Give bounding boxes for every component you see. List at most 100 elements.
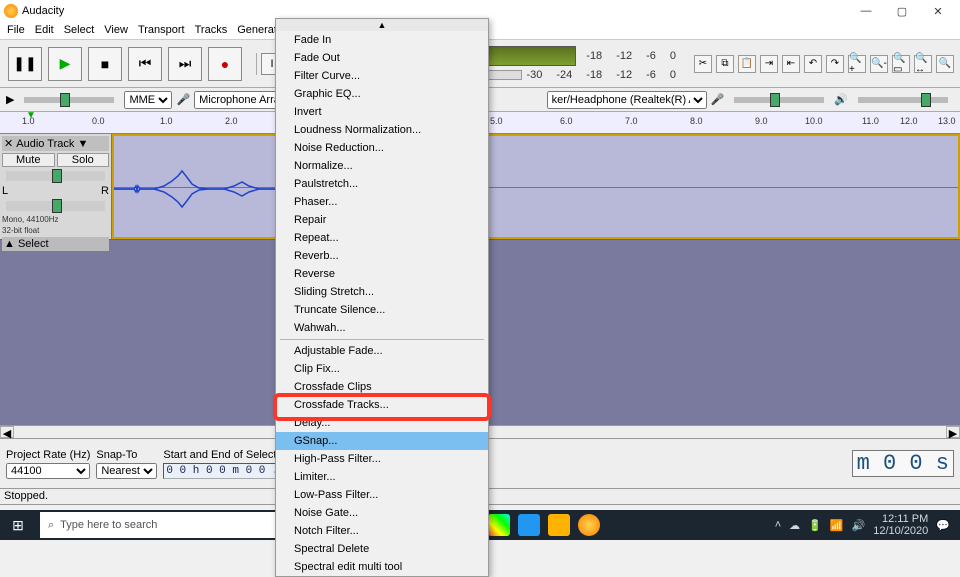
effect-limiter[interactable]: Limiter...: [276, 468, 488, 486]
track-collapse-icon[interactable]: ▲: [4, 238, 15, 250]
effect-fade-in[interactable]: Fade In: [276, 31, 488, 49]
menu-tracks[interactable]: Tracks: [190, 22, 233, 39]
redo-icon[interactable]: ↷: [826, 55, 844, 73]
mic-icon-3: 🎤: [711, 93, 725, 106]
menu-transport[interactable]: Transport: [133, 22, 190, 39]
scroll-right-icon[interactable]: ▶: [946, 426, 960, 438]
track-menu-icon[interactable]: ▼: [77, 138, 88, 150]
zoom-fit-icon[interactable]: 🔍↔: [914, 55, 932, 73]
zoom-in-icon[interactable]: 🔍+: [848, 55, 866, 73]
menu-file[interactable]: File: [2, 22, 30, 39]
play-speed-slider[interactable]: [24, 97, 114, 103]
system-tray[interactable]: ˄ ☁ 🔋 📶 🔊 12:11 PM 12/10/2020 💬: [775, 513, 956, 537]
track-control-panel[interactable]: ✕ Audio Track ▼ MuteSolo LR Mono, 44100H…: [0, 134, 112, 239]
project-rate-select[interactable]: 44100: [6, 463, 90, 479]
track-format-rate: Mono, 44100Hz: [2, 215, 109, 224]
output-device-select[interactable]: ker/Headphone (Realtek(R) A: [547, 91, 707, 109]
effect-phaser[interactable]: Phaser...: [276, 193, 488, 211]
mic-device-icon: 🎤: [176, 93, 190, 106]
scroll-left-icon[interactable]: ◀: [0, 426, 14, 438]
start-button[interactable]: ⊞: [4, 511, 32, 539]
tray-battery-icon[interactable]: 🔋: [808, 519, 822, 532]
rec-volume-slider[interactable]: [734, 97, 824, 103]
effect-noise-reduction[interactable]: Noise Reduction...: [276, 139, 488, 157]
transport-controls: ❚❚ ▶ ■ ⏮ ⏭ ●: [0, 47, 250, 81]
tray-wifi-icon[interactable]: 📶: [830, 519, 844, 532]
project-rate-label: Project Rate (Hz): [6, 449, 90, 461]
mute-button[interactable]: Mute: [2, 153, 55, 167]
effect-clip-fix[interactable]: Clip Fix...: [276, 360, 488, 378]
skip-end-button[interactable]: ⏭: [168, 47, 202, 81]
stop-button[interactable]: ■: [88, 47, 122, 81]
host-select[interactable]: MME: [124, 91, 172, 109]
effect-reverb[interactable]: Reverb...: [276, 247, 488, 265]
menu-view[interactable]: View: [99, 22, 133, 39]
effect-low-pass-filter[interactable]: Low-Pass Filter...: [276, 486, 488, 504]
effect-graphic-eq[interactable]: Graphic EQ...: [276, 85, 488, 103]
silence-icon[interactable]: ⇤: [782, 55, 800, 73]
taskbar-app-folder[interactable]: [548, 514, 570, 536]
effect-gsnap[interactable]: GSnap...: [276, 432, 488, 450]
effect-reverse[interactable]: Reverse: [276, 265, 488, 283]
tray-volume-icon[interactable]: 🔊: [852, 519, 866, 532]
effect-filter-curve[interactable]: Filter Curve...: [276, 67, 488, 85]
taskbar-app-audacity[interactable]: [578, 514, 600, 536]
effect-spectral-delete[interactable]: Spectral Delete: [276, 540, 488, 558]
effect-repair[interactable]: Repair: [276, 211, 488, 229]
effect-invert[interactable]: Invert: [276, 103, 488, 121]
solo-button[interactable]: Solo: [57, 153, 110, 167]
effect-loudness-normalization[interactable]: Loudness Normalization...: [276, 121, 488, 139]
gain-slider[interactable]: [6, 171, 105, 181]
pause-button[interactable]: ❚❚: [8, 47, 42, 81]
play-volume-slider[interactable]: [858, 97, 948, 103]
track-close-icon[interactable]: ✕: [4, 137, 13, 150]
effect-sliding-stretch[interactable]: Sliding Stretch...: [276, 283, 488, 301]
menu-edit[interactable]: Edit: [30, 22, 59, 39]
skip-start-button[interactable]: ⏮: [128, 47, 162, 81]
zoom-sel-icon[interactable]: 🔍▭: [892, 55, 910, 73]
effect-crossfade-tracks[interactable]: Crossfade Tracks...: [276, 396, 488, 414]
tray-cloud-icon[interactable]: ☁: [789, 519, 800, 532]
tray-date[interactable]: 12/10/2020: [873, 525, 928, 537]
maximize-button[interactable]: ▢: [892, 5, 912, 18]
waveform-display[interactable]: [112, 134, 960, 239]
effect-truncate-silence[interactable]: Truncate Silence...: [276, 301, 488, 319]
zoom-toggle-icon[interactable]: 🔍: [936, 55, 954, 73]
track-select[interactable]: Select: [18, 238, 49, 250]
undo-icon[interactable]: ↶: [804, 55, 822, 73]
trim-icon[interactable]: ⇥: [760, 55, 778, 73]
effect-crossfade-clips[interactable]: Crossfade Clips: [276, 378, 488, 396]
effect-spectral-edit-multi-tool[interactable]: Spectral edit multi tool: [276, 558, 488, 576]
menu-select[interactable]: Select: [59, 22, 100, 39]
paste-icon[interactable]: 📋: [738, 55, 756, 73]
effect-high-pass-filter[interactable]: High-Pass Filter...: [276, 450, 488, 468]
effect-noise-gate[interactable]: Noise Gate...: [276, 504, 488, 522]
right-toolbar: ✂ ⧉ 📋 ⇥ ⇤ ↶ ↷ 🔍+ 🔍- 🔍▭ 🔍↔ 🔍: [688, 55, 960, 73]
effect-notch-filter[interactable]: Notch Filter...: [276, 522, 488, 540]
app-logo-icon: [4, 4, 18, 18]
effect-paulstretch[interactable]: Paulstretch...: [276, 175, 488, 193]
zoom-out-icon[interactable]: 🔍-: [870, 55, 888, 73]
taskbar-search[interactable]: ⌕ Type here to search: [40, 512, 300, 538]
tray-chevron-icon[interactable]: ˄: [775, 519, 781, 531]
tray-notification-icon[interactable]: 💬: [936, 519, 950, 532]
taskbar-app-4[interactable]: [518, 514, 540, 536]
close-button[interactable]: ✕: [928, 5, 948, 18]
copy-icon[interactable]: ⧉: [716, 55, 734, 73]
record-button[interactable]: ●: [208, 47, 242, 81]
effect-normalize[interactable]: Normalize...: [276, 157, 488, 175]
play-button[interactable]: ▶: [48, 47, 82, 81]
menu-scroll-up-icon[interactable]: ▲: [276, 19, 488, 31]
cut-icon[interactable]: ✂: [694, 55, 712, 73]
effect-repeat[interactable]: Repeat...: [276, 229, 488, 247]
effect-fade-out[interactable]: Fade Out: [276, 49, 488, 67]
minimize-button[interactable]: —: [856, 5, 876, 18]
pan-slider[interactable]: [6, 201, 105, 211]
effect-adjustable-fade[interactable]: Adjustable Fade...: [276, 342, 488, 360]
snap-to-select[interactable]: Nearest: [96, 463, 157, 479]
effect-delay[interactable]: Delay...: [276, 414, 488, 432]
search-icon: ⌕: [48, 519, 54, 532]
taskbar-app-paint[interactable]: [488, 514, 510, 536]
effect-wahwah[interactable]: Wahwah...: [276, 319, 488, 337]
tray-time[interactable]: 12:11 PM: [873, 513, 928, 525]
